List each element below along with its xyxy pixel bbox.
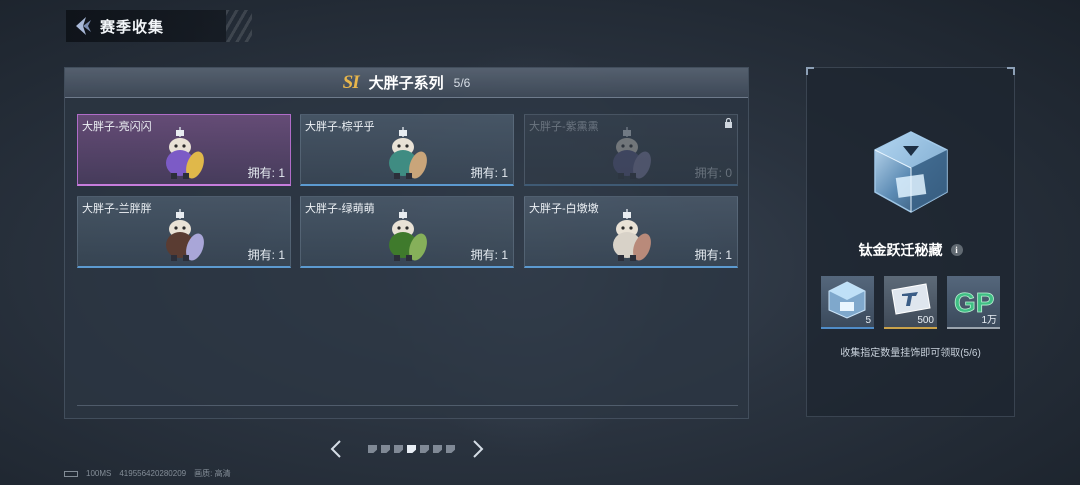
- pendant-card[interactable]: 大胖子-白墩墩拥有: 1: [524, 196, 738, 268]
- page-dot[interactable]: [407, 445, 416, 453]
- reward-title: 钛金跃迁秘藏: [858, 242, 943, 258]
- info-icon[interactable]: i: [950, 244, 963, 256]
- quality-label: 画质: 高清: [194, 469, 231, 478]
- pendant-card[interactable]: 大胖子-亮闪闪拥有: 1: [77, 114, 291, 186]
- back-button[interactable]: [66, 10, 100, 42]
- series-title: 大胖子系列: [368, 75, 444, 92]
- series-titlebar: SI 大胖子系列 5/6: [65, 68, 748, 98]
- page-dots: [368, 445, 455, 453]
- pendant-name: 大胖子-白墩墩: [529, 203, 599, 215]
- collection-panel: SI 大胖子系列 5/6 大胖子-亮闪闪 拥有: 1 大胖子-棕乎乎 拥有: 1 大胖子…: [64, 67, 749, 419]
- reward-description: 收集指定数量挂饰即可领取(5/6): [840, 348, 981, 359]
- pendant-card[interactable]: 大胖子-紫熏熏拥有: 0: [524, 114, 738, 186]
- pendant-card[interactable]: 大胖子-绿萌萌拥有: 1: [300, 196, 514, 268]
- ping-text: 100MS: [86, 469, 112, 478]
- pendant-figure-icon: [613, 127, 651, 179]
- reward-qty: 5: [865, 315, 871, 326]
- page-dot[interactable]: [433, 445, 442, 453]
- prev-page-button[interactable]: [328, 438, 344, 460]
- page-dot[interactable]: [368, 445, 377, 453]
- top-header: 赛季收集: [66, 10, 252, 42]
- uid-text: 419556420280209: [119, 469, 187, 478]
- panel-divider: [77, 405, 738, 406]
- owned-count: 拥有: 1: [470, 248, 508, 262]
- reward-title-row: 钛金跃迁秘藏 i: [807, 240, 1014, 260]
- chevron-left-icon: [330, 440, 341, 458]
- owned-count: 拥有: 1: [247, 166, 285, 180]
- reward-items: 5 500 GP 1万: [821, 276, 1000, 329]
- page-title: 赛季收集: [100, 18, 165, 36]
- owned-count: 拥有: 1: [694, 248, 732, 262]
- status-bar: 100MS 419556420280209 画质: 高清: [64, 468, 231, 479]
- pendant-figure-icon: [613, 209, 651, 261]
- pendant-name: 大胖子-亮闪闪: [82, 121, 152, 133]
- page-dot[interactable]: [420, 445, 429, 453]
- pendant-figure-icon: [389, 209, 427, 261]
- chevron-right-icon: [473, 440, 484, 458]
- back-arrow-icon: [76, 17, 91, 35]
- owned-count: 拥有: 0: [694, 166, 732, 180]
- reward-item-ticket[interactable]: 500: [884, 276, 937, 329]
- pendant-card[interactable]: 大胖子-棕乎乎拥有: 1: [300, 114, 514, 186]
- series-logo-icon: SI: [342, 71, 360, 93]
- owned-count: 拥有: 1: [247, 248, 285, 262]
- owned-count: 拥有: 1: [470, 166, 508, 180]
- ticket-icon: [891, 283, 931, 315]
- battery-icon: [64, 470, 78, 477]
- reward-qty: 500: [917, 315, 934, 326]
- reward-qty: 1万: [981, 315, 997, 326]
- page-dot[interactable]: [394, 445, 403, 453]
- pendant-card[interactable]: 大胖子-兰胖胖拥有: 1: [77, 196, 291, 268]
- page-dot[interactable]: [446, 445, 455, 453]
- reward-panel: 钛金跃迁秘藏 i 5 500 GP 1万 收集指定数量挂饰即可领取(5/6): [806, 67, 1015, 417]
- page-dot[interactable]: [381, 445, 390, 453]
- series-progress: 5/6: [453, 75, 471, 90]
- crate-icon: [828, 281, 866, 319]
- next-page-button[interactable]: [470, 438, 486, 460]
- pendant-name: 大胖子-绿萌萌: [305, 203, 375, 215]
- reward-item-gp[interactable]: GP 1万: [947, 276, 1000, 329]
- pendant-figure-icon: [166, 209, 204, 261]
- pendant-figure-icon: [166, 127, 204, 179]
- page-navigator: [328, 438, 488, 460]
- pendant-figure-icon: [389, 127, 427, 179]
- titanium-crate-icon: [874, 131, 948, 213]
- pendant-name: 大胖子-棕乎乎: [305, 121, 375, 133]
- pendant-name: 大胖子-紫熏熏: [529, 121, 599, 133]
- pendant-name: 大胖子-兰胖胖: [82, 203, 152, 215]
- reward-item-crate[interactable]: 5: [821, 276, 874, 329]
- lock-icon: [725, 118, 732, 128]
